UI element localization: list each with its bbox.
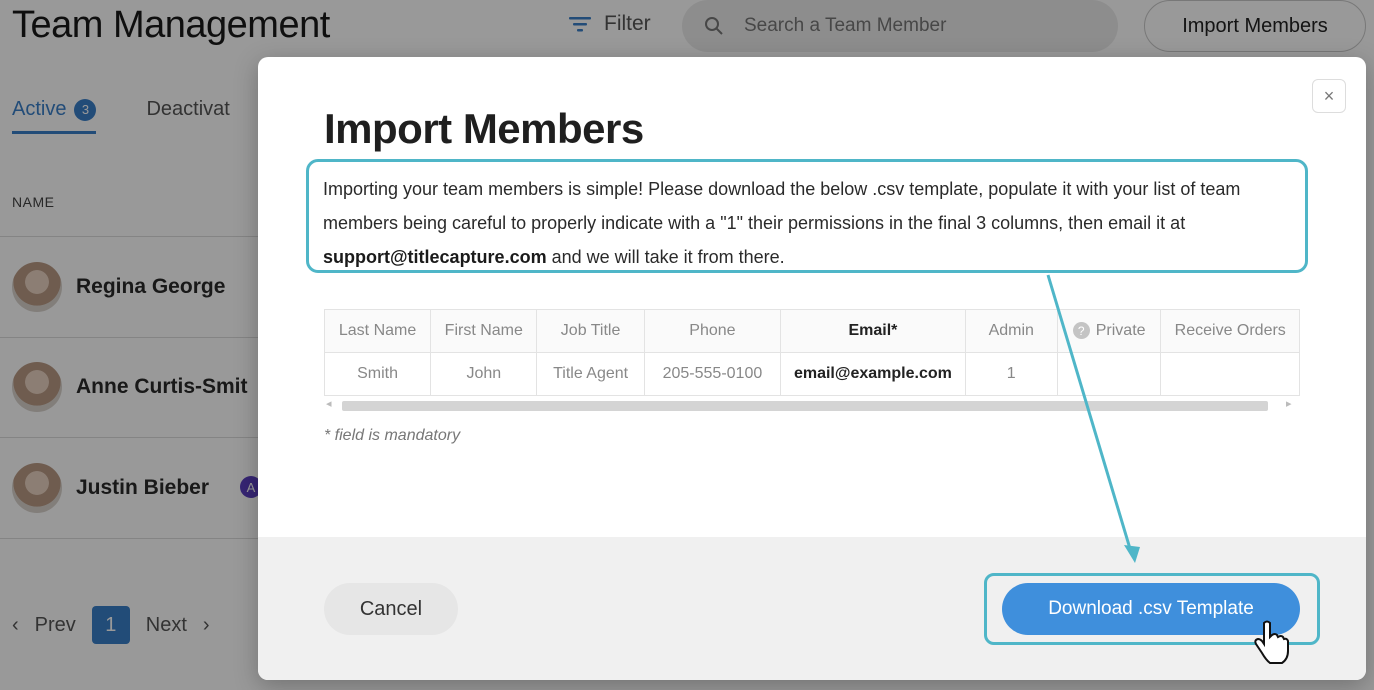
import-members-modal: × Import Members Importing your team mem… (258, 57, 1366, 680)
annotation-arrow (1046, 274, 1140, 563)
hand-cursor-icon (1254, 620, 1289, 664)
arrowhead-icon (1124, 545, 1140, 563)
